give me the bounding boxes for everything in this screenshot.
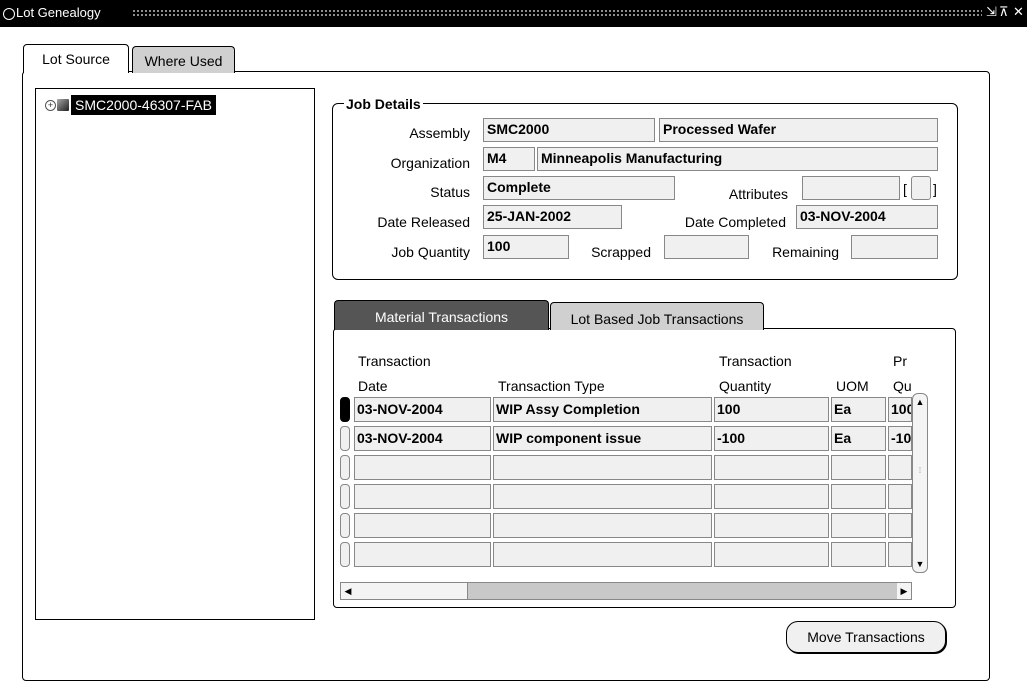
cell-uom[interactable]: Ea <box>831 397 886 422</box>
organization-name-field[interactable]: Minneapolis Manufacturing <box>537 147 938 171</box>
header-uom: UOM <box>836 378 869 394</box>
expand-icon[interactable]: + <box>45 99 56 111</box>
horizontal-scrollbar[interactable]: ◀ ▶ <box>340 582 912 600</box>
cell-transaction-type[interactable]: WIP Assy Completion <box>493 397 712 422</box>
cell-transaction-quantity[interactable] <box>714 513 829 538</box>
cell-transaction-quantity[interactable] <box>714 484 829 509</box>
date-released-label: Date Released <box>377 214 470 230</box>
cell-transaction-type[interactable]: WIP component issue <box>493 426 712 451</box>
cell-transaction-type[interactable] <box>493 455 712 480</box>
cell-transaction-type[interactable] <box>493 513 712 538</box>
cell-transaction-date[interactable] <box>354 484 491 509</box>
row-selector[interactable] <box>340 542 350 567</box>
row-selector[interactable] <box>340 455 350 480</box>
remaining-field[interactable] <box>851 235 938 259</box>
date-released-field[interactable]: 25-JAN-2002 <box>483 205 622 229</box>
cell-transaction-quantity[interactable]: -100 <box>714 426 829 451</box>
row-selector[interactable] <box>340 426 350 451</box>
organization-code-field[interactable]: M4 <box>483 147 535 171</box>
header-transaction-type: Transaction Type <box>498 378 605 394</box>
cell-uom[interactable] <box>831 513 886 538</box>
cell-primary-quantity[interactable] <box>888 455 912 480</box>
tab-where-used[interactable]: Where Used <box>132 46 235 73</box>
job-details-legend: Job Details <box>344 96 423 112</box>
cell-transaction-date[interactable]: 03-NOV-2004 <box>354 426 491 451</box>
assembly-label: Assembly <box>409 125 470 141</box>
header-pr-line1: Pr <box>893 353 907 369</box>
scrapped-field[interactable] <box>664 235 749 259</box>
scroll-up-icon[interactable]: ▲ <box>913 395 927 409</box>
cell-transaction-date[interactable] <box>354 513 491 538</box>
remaining-label: Remaining <box>772 244 839 260</box>
descriptive-flexfield-button[interactable] <box>911 176 931 200</box>
cell-uom[interactable] <box>831 542 886 567</box>
scroll-left-icon[interactable]: ◀ <box>341 583 355 599</box>
vertical-scrollbar[interactable]: ▲ ⁞ ▼ <box>912 393 928 573</box>
cell-uom[interactable]: Ea <box>831 426 886 451</box>
title-bar-pattern <box>132 9 982 18</box>
close-icon[interactable]: ✕ <box>1013 4 1024 20</box>
cell-uom[interactable] <box>831 455 886 480</box>
tree-node-label[interactable]: SMC2000-46307-FAB <box>71 95 216 115</box>
tree-node[interactable]: + SMC2000-46307-FAB <box>45 94 216 116</box>
cell-transaction-type[interactable] <box>493 542 712 567</box>
cell-transaction-date[interactable] <box>354 542 491 567</box>
maximize-icon[interactable]: ⊼ <box>999 4 1009 20</box>
row-selector[interactable] <box>340 397 350 422</box>
job-quantity-field[interactable]: 100 <box>483 235 569 259</box>
horizontal-scroll-thumb[interactable] <box>355 583 468 599</box>
window-menu-icon[interactable] <box>3 8 15 20</box>
cell-uom[interactable] <box>831 484 886 509</box>
status-label: Status <box>430 184 470 200</box>
cell-primary-quantity[interactable] <box>888 484 912 509</box>
job-quantity-label: Job Quantity <box>391 244 470 260</box>
header-qty-line1: Transaction <box>719 353 792 369</box>
cell-primary-quantity[interactable]: -100 <box>888 426 912 451</box>
date-completed-field[interactable]: 03-NOV-2004 <box>796 205 938 229</box>
lot-cube-icon <box>57 99 69 111</box>
attributes-bracket-open: [ <box>903 181 907 197</box>
window-title: Lot Genealogy <box>16 5 101 20</box>
status-field[interactable]: Complete <box>483 176 675 200</box>
scroll-down-icon[interactable]: ▼ <box>913 557 927 571</box>
header-date-line1: Transaction <box>358 353 431 369</box>
tab-lot-source[interactable]: Lot Source <box>23 44 129 73</box>
cell-transaction-quantity[interactable]: 100 <box>714 397 829 422</box>
scroll-grip-icon[interactable]: ⁞ <box>913 464 927 478</box>
tab-lot-source-label: Lot Source <box>42 51 110 67</box>
attributes-bracket-close: ] <box>933 181 937 197</box>
cell-primary-quantity[interactable] <box>888 513 912 538</box>
assembly-description-field[interactable]: Processed Wafer <box>659 118 938 142</box>
tab-material-transactions[interactable]: Material Transactions <box>334 300 549 330</box>
genealogy-tree[interactable] <box>35 88 315 620</box>
tab-lot-based-job-transactions[interactable]: Lot Based Job Transactions <box>550 302 764 330</box>
attributes-field[interactable] <box>802 176 900 200</box>
cell-transaction-quantity[interactable] <box>714 455 829 480</box>
minimize-icon[interactable]: ⇲ <box>986 4 997 20</box>
tab-lot-based-job-transactions-label: Lot Based Job Transactions <box>570 311 744 327</box>
scroll-right-icon[interactable]: ▶ <box>897 583 911 599</box>
header-pr-line2: Qu <box>893 378 912 394</box>
row-selector[interactable] <box>340 484 350 509</box>
cell-transaction-quantity[interactable] <box>714 542 829 567</box>
row-selector[interactable] <box>340 513 350 538</box>
cell-transaction-type[interactable] <box>493 484 712 509</box>
cell-transaction-date[interactable]: 03-NOV-2004 <box>354 397 491 422</box>
attributes-label: Attributes <box>728 186 788 202</box>
date-completed-label: Date Completed <box>684 214 786 230</box>
title-bar: Lot Genealogy ⇲ ⊼ ✕ <box>0 0 1027 27</box>
header-date-line2: Date <box>358 378 388 394</box>
move-transactions-button[interactable]: Move Transactions <box>786 621 946 653</box>
tab-where-used-label: Where Used <box>144 53 223 69</box>
cell-transaction-date[interactable] <box>354 455 491 480</box>
cell-primary-quantity[interactable]: 100 <box>888 397 912 422</box>
scrapped-label: Scrapped <box>591 244 651 260</box>
tab-material-transactions-label: Material Transactions <box>374 309 509 325</box>
organization-label: Organization <box>390 155 470 171</box>
header-qty-line2: Quantity <box>719 378 772 394</box>
cell-primary-quantity[interactable] <box>888 542 912 567</box>
assembly-field[interactable]: SMC2000 <box>483 118 655 142</box>
